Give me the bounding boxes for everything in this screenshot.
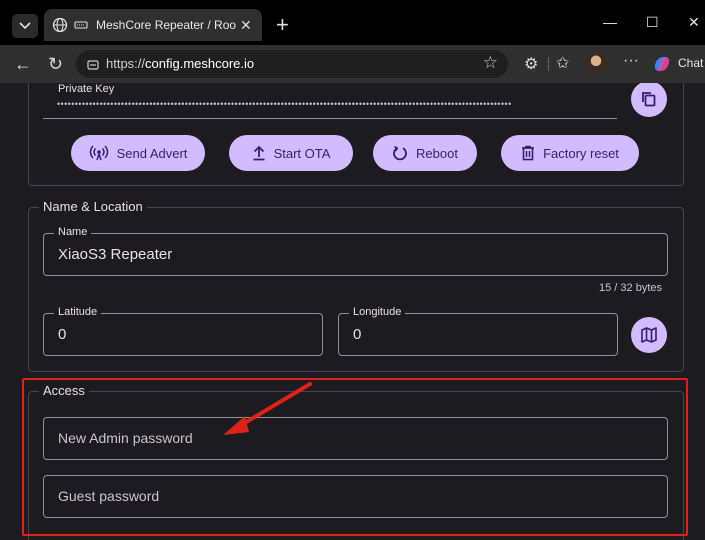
longitude-value: 0 <box>353 326 362 343</box>
name-location-title: Name & Location <box>39 199 147 214</box>
maximize-icon[interactable]: ☐ <box>646 14 659 31</box>
private-key-label: Private Key <box>58 83 115 95</box>
annotation-highlight-box <box>22 378 688 536</box>
copy-icon <box>642 92 656 107</box>
more-menu-icon[interactable]: ··· <box>623 52 639 70</box>
browser-tab-bar: MeshCore Repeater / Room s ✕ + — ☐ ✕ <box>0 0 705 45</box>
chevron-down-icon <box>19 22 31 30</box>
reboot-label: Reboot <box>416 145 458 161</box>
url-text: https://config.meshcore.io <box>106 56 254 71</box>
active-tab[interactable]: MeshCore Repeater / Room s ✕ <box>44 9 262 41</box>
minimize-icon[interactable]: — <box>603 14 617 30</box>
upload-icon <box>253 145 265 161</box>
name-byte-counter: 15 / 32 bytes <box>599 282 662 294</box>
name-label: Name <box>54 226 92 238</box>
map-picker-button[interactable] <box>631 317 667 353</box>
favorites-icon[interactable]: ✩ <box>556 53 569 73</box>
start-ota-label: Start OTA <box>273 145 331 161</box>
device-icon <box>74 21 88 29</box>
favorite-star-icon[interactable]: ☆ <box>483 53 498 73</box>
longitude-label: Longitude <box>349 306 406 318</box>
latitude-field[interactable]: Latitude 0 <box>43 306 323 356</box>
trash-icon <box>522 145 535 161</box>
start-ota-button[interactable]: Start OTA <box>229 135 353 171</box>
restart-icon <box>393 145 407 161</box>
close-tab-icon[interactable]: ✕ <box>240 17 252 34</box>
new-tab-icon[interactable]: + <box>276 12 289 38</box>
factory-reset-label: Factory reset <box>543 145 619 161</box>
separator <box>548 57 549 71</box>
factory-reset-button[interactable]: Factory reset <box>501 135 639 171</box>
close-window-icon[interactable]: ✕ <box>688 14 700 31</box>
reboot-button[interactable]: Reboot <box>373 135 477 171</box>
refresh-icon[interactable]: ↻ <box>48 54 63 75</box>
latitude-value: 0 <box>58 326 67 343</box>
globe-icon <box>52 17 68 33</box>
avatar[interactable] <box>585 52 607 74</box>
latitude-label: Latitude <box>54 306 102 318</box>
map-icon <box>641 327 657 343</box>
chat-label: Chat <box>678 56 704 70</box>
name-field[interactable]: Name XiaoS3 Repeater <box>43 226 668 276</box>
copilot-icon <box>654 57 670 71</box>
name-value: XiaoS3 Repeater <box>58 246 173 263</box>
private-key-field[interactable]: ••••••••••••••••••••••••••••••••••••••••… <box>57 99 607 109</box>
send-advert-label: Send Advert <box>116 145 188 161</box>
extensions-icon[interactable]: ⚙ <box>524 54 538 74</box>
copilot-chat-button[interactable]: Chat <box>648 50 705 78</box>
site-info-icon[interactable] <box>86 57 100 71</box>
back-arrow-icon[interactable]: ← <box>14 54 32 75</box>
url-host: config.meshcore.io <box>145 56 255 71</box>
tab-list-button[interactable] <box>12 14 38 38</box>
longitude-field[interactable]: Longitude 0 <box>338 306 618 356</box>
browser-toolbar: ← ↻ https://config.meshcore.io ☆ ⚙ ✩ ···… <box>0 45 705 83</box>
address-bar[interactable]: https://config.meshcore.io ☆ <box>76 50 508 78</box>
send-advert-button[interactable]: Send Advert <box>71 135 205 171</box>
page-scrollbar[interactable] <box>699 83 705 540</box>
tab-title: MeshCore Repeater / Room s <box>96 18 236 32</box>
page-content: Private Key ••••••••••••••••••••••••••••… <box>0 83 705 540</box>
private-key-underline <box>43 118 617 119</box>
url-scheme: https:// <box>106 56 146 71</box>
broadcast-icon <box>89 145 108 161</box>
annotation-arrow <box>223 382 312 435</box>
